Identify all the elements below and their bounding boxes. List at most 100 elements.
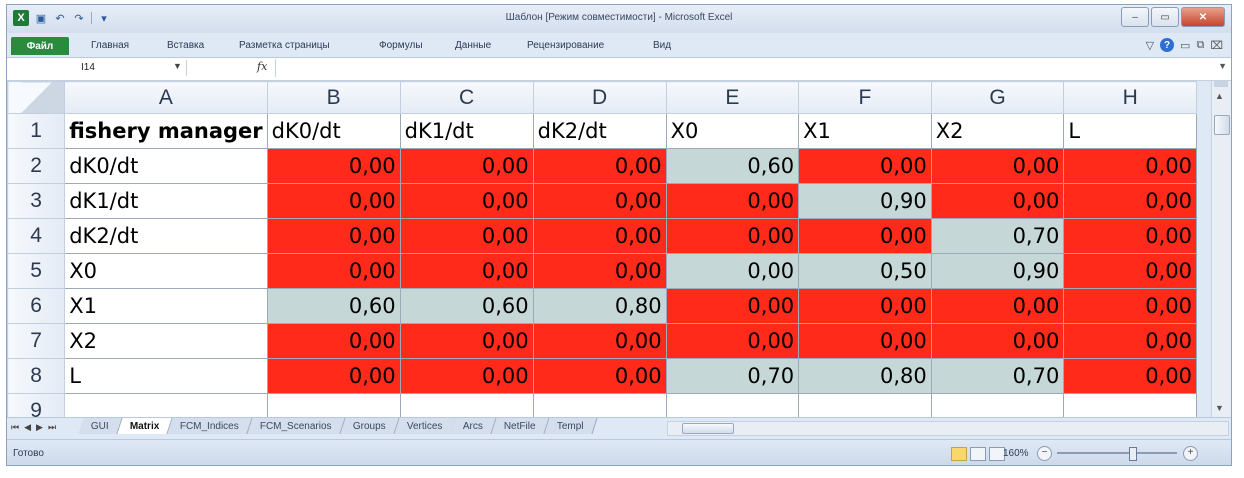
cell-e5[interactable]: 0,00: [665, 253, 800, 289]
column-header-b[interactable]: B: [266, 81, 401, 114]
cell-e4[interactable]: 0,00: [665, 218, 800, 254]
cell-d7[interactable]: 0,00: [532, 323, 667, 359]
column-header-c[interactable]: C: [399, 81, 534, 114]
ribbon-collapse-icon[interactable]: ▽: [1146, 39, 1154, 52]
cell-c5[interactable]: 0,00: [399, 253, 534, 289]
zoom-out-button[interactable]: −: [1037, 446, 1052, 461]
name-box[interactable]: I14: [11, 60, 187, 76]
cell-b7[interactable]: 0,00: [266, 323, 401, 359]
zoom-level[interactable]: 160%: [1003, 448, 1029, 459]
row-header-8[interactable]: 8: [7, 358, 66, 394]
formula-input[interactable]: [275, 59, 1209, 77]
zoom-slider[interactable]: [1057, 452, 1177, 454]
cell-f9[interactable]: [798, 393, 932, 417]
cell-a9[interactable]: [64, 393, 268, 417]
cell-d3[interactable]: 0,00: [532, 183, 667, 219]
cell-a2[interactable]: dK0/dt: [64, 148, 268, 184]
column-header-h[interactable]: H: [1063, 81, 1197, 114]
cell-h2[interactable]: 0,00: [1063, 148, 1197, 184]
cell-b5[interactable]: 0,00: [266, 253, 401, 289]
cell-d5[interactable]: 0,00: [532, 253, 667, 289]
first-sheet-icon[interactable]: ⏮: [11, 422, 19, 433]
tab-formulas[interactable]: Формулы: [379, 40, 423, 51]
cell-h7[interactable]: 0,00: [1063, 323, 1197, 359]
cell-c8[interactable]: 0,00: [399, 358, 534, 394]
cell-b8[interactable]: 0,00: [266, 358, 401, 394]
maximize-button[interactable]: ▭: [1151, 7, 1179, 27]
cell-e2[interactable]: 0,60: [665, 148, 800, 184]
sheet-tab-fcm-indices[interactable]: FCM_Indices: [167, 418, 253, 434]
expand-formula-bar-icon[interactable]: ▼: [1218, 61, 1227, 71]
cell-g9[interactable]: [930, 393, 1065, 417]
cell-g8[interactable]: 0,70: [930, 358, 1065, 394]
cell-c7[interactable]: 0,00: [399, 323, 534, 359]
cell-e3[interactable]: 0,00: [665, 183, 800, 219]
cell-b1[interactable]: dK0/dt: [266, 113, 401, 149]
row-header-5[interactable]: 5: [7, 253, 66, 289]
column-header-e[interactable]: E: [665, 81, 800, 114]
sheet-tab-templ[interactable]: Templ: [544, 418, 598, 434]
next-sheet-icon[interactable]: ▶: [36, 422, 43, 433]
doc-close-icon[interactable]: ⌧: [1210, 39, 1223, 52]
cell-h1[interactable]: L: [1063, 113, 1197, 149]
cell-h6[interactable]: 0,00: [1063, 288, 1197, 324]
cell-a6[interactable]: X1: [64, 288, 268, 324]
row-header-2[interactable]: 2: [7, 148, 66, 184]
column-header-f[interactable]: F: [798, 81, 932, 114]
column-header-d[interactable]: D: [532, 81, 667, 114]
cell-c9[interactable]: [399, 393, 534, 417]
cell-a1[interactable]: fishery manager: [64, 113, 268, 149]
cell-e7[interactable]: 0,00: [665, 323, 800, 359]
cell-b3[interactable]: 0,00: [266, 183, 401, 219]
sheet-tab-fcm-scenarios[interactable]: FCM_Scenarios: [247, 418, 346, 434]
tab-page-layout[interactable]: Разметка страницы: [239, 40, 330, 51]
cell-e9[interactable]: [665, 393, 800, 417]
cell-f5[interactable]: 0,50: [798, 253, 932, 289]
tab-home[interactable]: Главная: [91, 40, 129, 51]
cell-b2[interactable]: 0,00: [266, 148, 401, 184]
cell-a8[interactable]: L: [64, 358, 268, 394]
doc-restore-icon[interactable]: ⧉: [1196, 39, 1204, 52]
sheet-tab-arcs[interactable]: Arcs: [450, 418, 497, 434]
cell-c2[interactable]: 0,00: [399, 148, 534, 184]
prev-sheet-icon[interactable]: ◀: [24, 422, 31, 433]
cell-d6[interactable]: 0,80: [532, 288, 667, 324]
cell-d8[interactable]: 0,00: [532, 358, 667, 394]
tab-file[interactable]: Файл: [11, 37, 69, 55]
cell-a7[interactable]: X2: [64, 323, 268, 359]
column-header-g[interactable]: G: [930, 81, 1065, 114]
tab-view[interactable]: Вид: [653, 40, 671, 51]
horizontal-scrollbar[interactable]: [667, 421, 1229, 436]
cell-g6[interactable]: 0,00: [930, 288, 1065, 324]
cell-b9[interactable]: [266, 393, 401, 417]
cell-g5[interactable]: 0,90: [930, 253, 1065, 289]
row-header-1[interactable]: 1: [7, 113, 66, 149]
tab-data[interactable]: Данные: [455, 40, 491, 51]
cell-f1[interactable]: X1: [798, 113, 932, 149]
sheet-tab-vertices[interactable]: Vertices: [394, 418, 456, 434]
doc-minimize-icon[interactable]: ▭: [1180, 39, 1190, 52]
cell-e1[interactable]: X0: [665, 113, 800, 149]
cell-c6[interactable]: 0,60: [399, 288, 534, 324]
row-header-9[interactable]: 9: [7, 393, 66, 417]
vertical-scrollbar[interactable]: ▲ ▼: [1211, 81, 1231, 417]
cell-d4[interactable]: 0,00: [532, 218, 667, 254]
tab-review[interactable]: Рецензирование: [527, 40, 604, 51]
close-button[interactable]: ✕: [1181, 7, 1225, 27]
split-box-icon[interactable]: [1214, 81, 1228, 87]
zoom-slider-thumb[interactable]: [1129, 447, 1137, 461]
cell-g1[interactable]: X2: [930, 113, 1065, 149]
cell-a4[interactable]: dK2/dt: [64, 218, 268, 254]
vertical-scroll-thumb[interactable]: [1214, 115, 1230, 135]
cell-a3[interactable]: dK1/dt: [64, 183, 268, 219]
cell-g2[interactable]: 0,00: [930, 148, 1065, 184]
cell-d2[interactable]: 0,00: [532, 148, 667, 184]
name-box-dropdown-icon[interactable]: ▼: [173, 61, 182, 71]
cell-h4[interactable]: 0,00: [1063, 218, 1197, 254]
cell-b4[interactable]: 0,00: [266, 218, 401, 254]
row-header-6[interactable]: 6: [7, 288, 66, 324]
tab-insert[interactable]: Вставка: [167, 40, 204, 51]
cell-f6[interactable]: 0,00: [798, 288, 932, 324]
cell-g3[interactable]: 0,00: [930, 183, 1065, 219]
cell-c1[interactable]: dK1/dt: [399, 113, 534, 149]
